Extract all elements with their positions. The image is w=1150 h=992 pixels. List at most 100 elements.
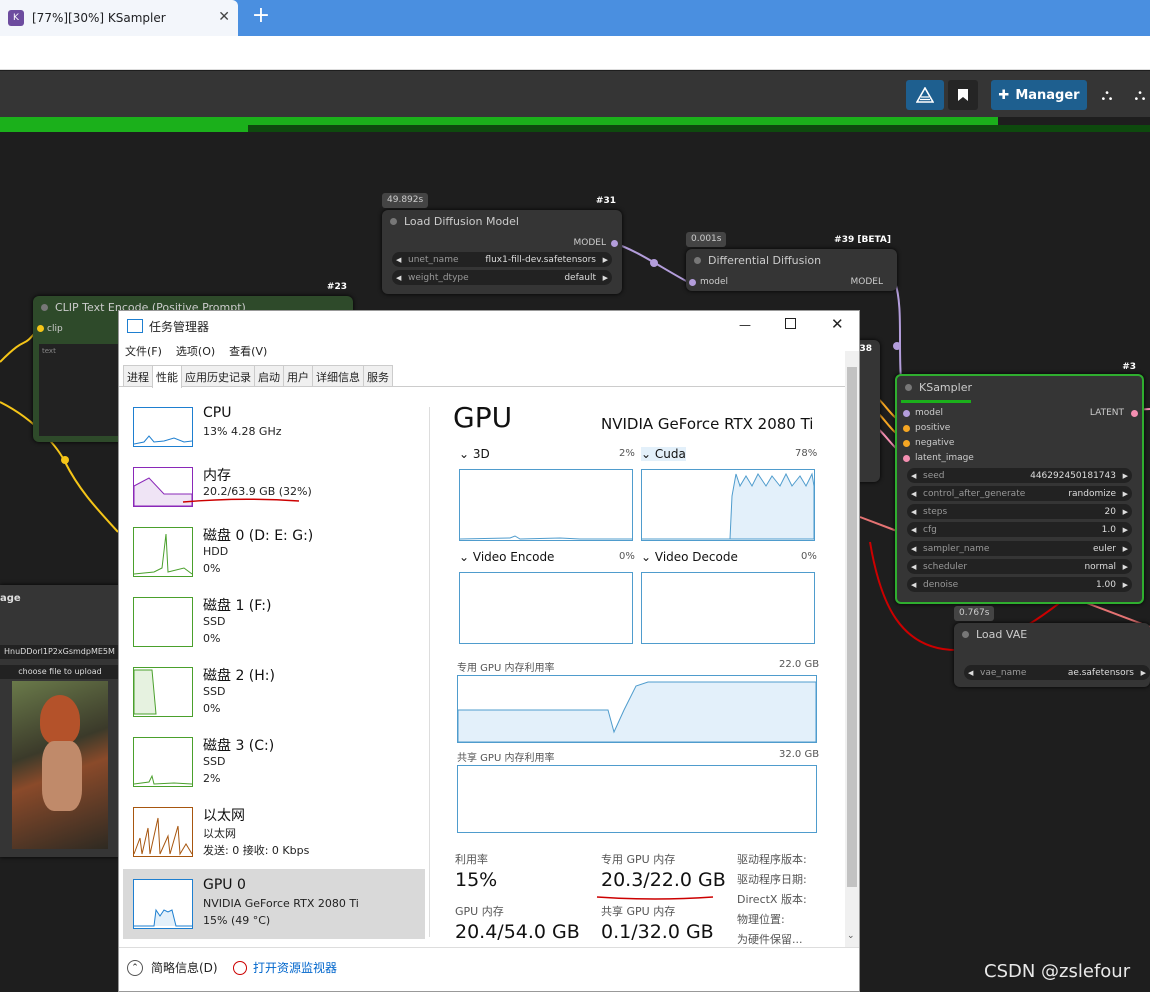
tab-services[interactable]: 服务 bbox=[363, 365, 393, 386]
minimize-icon[interactable]: — bbox=[739, 318, 751, 332]
seed-widget[interactable]: seed 446292450181743 bbox=[907, 468, 1132, 483]
output-latent-port[interactable] bbox=[1131, 410, 1138, 417]
resource-usage: 2% bbox=[203, 772, 221, 785]
resource-disk1[interactable]: 磁盘 1 (F:) SSD 0% bbox=[123, 593, 425, 657]
input-model-label: model bbox=[700, 277, 729, 287]
resource-disk0[interactable]: 磁盘 0 (D: E: G:) HDD 0% bbox=[123, 523, 425, 587]
engine-3d-graph bbox=[459, 469, 633, 541]
manager-button[interactable]: ✚ Manager bbox=[991, 80, 1087, 110]
maximize-icon[interactable] bbox=[785, 318, 796, 329]
vae-name-widget[interactable]: vae_name ae.safetensors bbox=[964, 665, 1150, 680]
tab-processes[interactable]: 进程 bbox=[123, 365, 153, 386]
tab-users[interactable]: 用户 bbox=[283, 365, 313, 386]
sampler-name-widget[interactable]: sampler_name euler bbox=[907, 541, 1132, 556]
resource-detail: 13% 4.28 GHz bbox=[203, 425, 282, 438]
node-exec-time: 0.001s bbox=[686, 232, 727, 247]
tab-title: [77%][30%] KSampler bbox=[32, 11, 166, 25]
tab-app-history[interactable]: 应用历史记录 bbox=[181, 365, 255, 386]
image-filename-widget[interactable]: HnuDDorl1P2xGsmdpME5M bbox=[0, 645, 120, 659]
menu-file[interactable]: 文件(F) bbox=[125, 343, 162, 359]
ethernet-thumb-graph bbox=[133, 807, 193, 857]
widget-value: ae.safetensors bbox=[1067, 667, 1134, 678]
menu-options[interactable]: 选项(O) bbox=[176, 343, 215, 359]
browser-tabbar: K [77%][30%] KSampler ✕ + bbox=[0, 0, 1150, 36]
widget-label: cfg bbox=[923, 524, 937, 535]
load-diffusion-model-node[interactable]: 49.892s #31 Load Diffusion Model MODEL u… bbox=[382, 193, 622, 294]
resource-name: CPU bbox=[203, 405, 232, 421]
open-resource-monitor-link[interactable]: 打开资源监视器 bbox=[233, 959, 337, 976]
weight-dtype-widget[interactable]: weight_dtype default bbox=[392, 270, 612, 285]
input-port[interactable] bbox=[903, 455, 910, 462]
tab-performance[interactable]: 性能 bbox=[152, 365, 182, 388]
tm-titlebar: 任务管理器 — ✕ bbox=[119, 311, 859, 341]
summary-toggle[interactable]: ⌃ 简略信息(D) bbox=[127, 959, 218, 976]
input-port[interactable] bbox=[903, 425, 910, 432]
input-port[interactable] bbox=[903, 410, 910, 417]
scrollbar-thumb[interactable] bbox=[847, 367, 857, 887]
widget-label: scheduler bbox=[923, 561, 968, 572]
sharedmem-label: 共享 GPU 内存 bbox=[601, 905, 676, 918]
unet-name-widget[interactable]: unet_name flux1-fill-dev.safetensors bbox=[392, 252, 612, 267]
ksampler-node[interactable]: #3 KSampler model positive negative late… bbox=[895, 362, 1144, 604]
steps-widget[interactable]: steps 20 bbox=[907, 504, 1132, 519]
resource-cpu[interactable]: CPU 13% 4.28 GHz bbox=[123, 403, 425, 467]
cfg-widget[interactable]: cfg 1.0 bbox=[907, 522, 1132, 537]
scheduler-widget[interactable]: scheduler normal bbox=[907, 559, 1132, 574]
widget-value: 1.0 bbox=[1101, 524, 1116, 535]
engine-cuda-label[interactable]: ⌄ Cuda bbox=[641, 447, 686, 461]
widget-label: weight_dtype bbox=[408, 272, 469, 283]
location-label: 物理位置: bbox=[737, 913, 785, 926]
shared-mem-label: 共享 GPU 内存利用率 bbox=[457, 753, 555, 764]
load-vae-node[interactable]: 0.767s Load VAE vae_name ae.safetensors bbox=[954, 606, 1150, 687]
widget-label: control_after_generate bbox=[923, 488, 1026, 499]
tab-startup[interactable]: 启动 bbox=[254, 365, 284, 386]
comfy-favicon-icon: K bbox=[8, 10, 24, 26]
dedicated-label: 专用 GPU 内存 bbox=[601, 853, 676, 866]
new-tab-button[interactable]: + bbox=[248, 4, 274, 30]
differential-diffusion-node[interactable]: 0.001s #39 [BETA] Differential Diffusion… bbox=[686, 232, 897, 291]
close-icon[interactable]: ✕ bbox=[831, 315, 844, 333]
output-model-port[interactable] bbox=[611, 240, 618, 247]
queue-icon[interactable] bbox=[906, 80, 944, 110]
close-tab-icon[interactable]: ✕ bbox=[218, 9, 230, 25]
share-icon[interactable]: ⛬ bbox=[1130, 80, 1150, 110]
resource-name: 以太网 bbox=[203, 808, 245, 824]
resource-detail: HDD bbox=[203, 545, 229, 558]
engine-encode-label[interactable]: ⌄ Video Encode bbox=[459, 550, 554, 564]
scrollbar[interactable]: ⌄ bbox=[845, 351, 859, 947]
input-clip-port[interactable] bbox=[37, 325, 44, 332]
widget-label: vae_name bbox=[980, 667, 1027, 678]
widget-label: seed bbox=[923, 470, 945, 481]
widget-label: steps bbox=[923, 506, 948, 517]
resource-name: 磁盘 0 (D: E: G:) bbox=[203, 528, 314, 544]
browser-tab[interactable]: K [77%][30%] KSampler ✕ bbox=[0, 0, 238, 36]
input-label: model bbox=[915, 408, 944, 418]
scroll-down-icon[interactable]: ⌄ bbox=[847, 931, 855, 941]
address-bar[interactable] bbox=[0, 36, 1150, 70]
node-id: #31 bbox=[595, 196, 616, 206]
queue-progress-bar bbox=[0, 117, 998, 125]
resource-disk3[interactable]: 磁盘 3 (C:) SSD 2% bbox=[123, 733, 425, 797]
resource-memory[interactable]: 内存 20.2/63.9 GB (32%) bbox=[123, 463, 425, 527]
control-after-generate-widget[interactable]: control_after_generate randomize bbox=[907, 486, 1132, 501]
engine-3d-label[interactable]: ⌄ 3D bbox=[459, 447, 490, 461]
menu-view[interactable]: 查看(V) bbox=[229, 343, 267, 359]
resource-detail: SSD bbox=[203, 685, 226, 698]
input-port[interactable] bbox=[903, 440, 910, 447]
input-model-port[interactable] bbox=[689, 279, 696, 286]
load-image-node[interactable]: age HnuDDorl1P2xGsmdpME5M choose file to… bbox=[0, 585, 120, 857]
gpu-thumb-graph bbox=[133, 879, 193, 929]
resource-name: 磁盘 1 (F:) bbox=[203, 598, 272, 614]
upload-button[interactable]: choose file to upload bbox=[0, 665, 120, 679]
tab-details[interactable]: 详细信息 bbox=[312, 365, 364, 386]
resource-disk2[interactable]: 磁盘 2 (H:) SSD 0% bbox=[123, 663, 425, 727]
figure-shape bbox=[42, 741, 82, 811]
node-title: Load Diffusion Model bbox=[382, 210, 622, 232]
denoise-widget[interactable]: denoise 1.00 bbox=[907, 577, 1132, 592]
workflow-icon[interactable]: ⛬ bbox=[1093, 80, 1121, 110]
bookmark-icon[interactable] bbox=[948, 80, 978, 110]
dedicated-mem-graph bbox=[457, 675, 817, 743]
resource-ethernet[interactable]: 以太网 以太网 发送: 0 接收: 0 Kbps bbox=[123, 803, 425, 867]
resource-gpu0[interactable]: GPU 0 NVIDIA GeForce RTX 2080 Ti 15% (49… bbox=[123, 869, 425, 939]
engine-decode-label[interactable]: ⌄ Video Decode bbox=[641, 550, 738, 564]
